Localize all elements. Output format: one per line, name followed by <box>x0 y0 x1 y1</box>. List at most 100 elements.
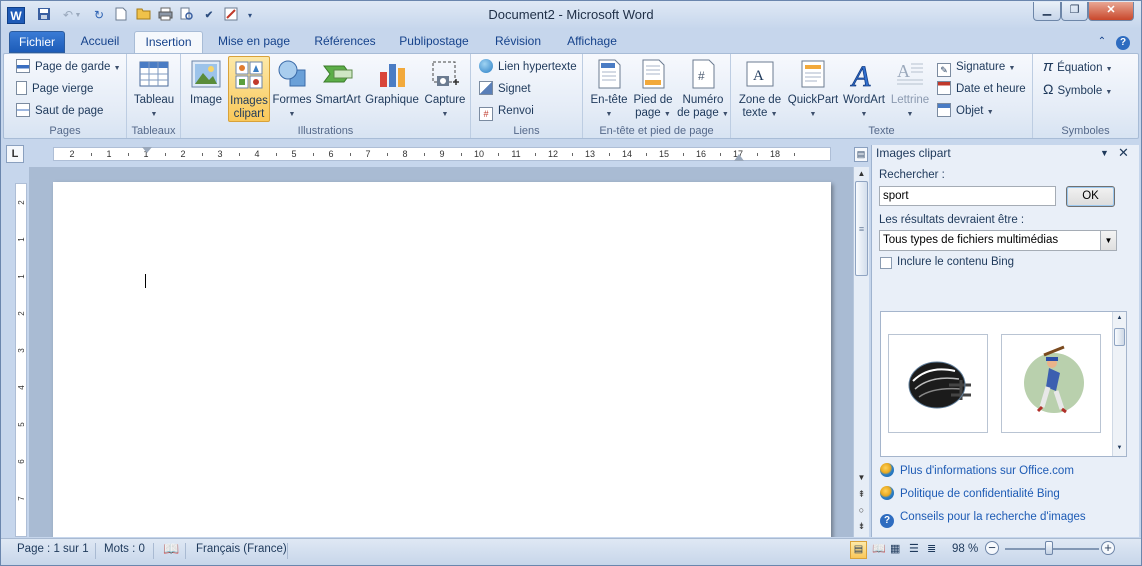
right-indent-marker[interactable] <box>734 154 744 161</box>
spelling-icon[interactable]: ✔ <box>200 7 218 24</box>
next-page-button[interactable]: ⇟ <box>854 519 869 533</box>
indent-marker[interactable] <box>142 147 152 153</box>
header-button[interactable]: En-tête ▼ <box>587 56 631 121</box>
ruler-number: 12 <box>547 149 558 159</box>
ruler-tick <box>534 153 536 156</box>
ruler-toggle-icon[interactable]: ▤ <box>854 147 868 162</box>
clipart-results[interactable]: ▲ ▼ <box>880 311 1127 457</box>
table-button[interactable]: Tableau ▼ <box>131 56 177 121</box>
cross-reference-button[interactable]: # Renvoi <box>479 101 534 121</box>
hyperlink-button[interactable]: Lien hypertexte <box>479 57 577 77</box>
previous-page-button[interactable]: ⇞ <box>854 487 869 501</box>
outline-view-icon[interactable]: ☰ <box>909 539 919 563</box>
text-box-button[interactable]: A Zone de texte ▼ <box>735 56 785 121</box>
chevron-down-icon[interactable]: ▼ <box>1100 231 1116 250</box>
drop-cap-button[interactable]: A Lettrine ▼ <box>887 56 933 121</box>
word-logo-icon[interactable]: W <box>7 7 25 24</box>
horizontal-ruler[interactable]: 2 1 1 2 3 4 5 6 7 8 9 10 11 12 13 14 15 16 17 18 <box>53 147 831 161</box>
open-icon[interactable] <box>134 7 152 24</box>
signature-button[interactable]: ✎ Signature ▼ <box>937 57 1015 77</box>
proofing-icon[interactable]: 📖 <box>163 539 179 563</box>
ok-button[interactable]: OK <box>1066 186 1115 207</box>
search-input[interactable] <box>879 186 1056 206</box>
object-button[interactable]: Objet ▼ <box>937 101 994 121</box>
clipart-football-helmet[interactable] <box>888 334 988 433</box>
page-number-button[interactable]: # Numéro de page ▼ <box>677 56 729 121</box>
results-scroll-down[interactable]: ▼ <box>1113 442 1126 454</box>
ruler-number: 14 <box>621 149 632 159</box>
print-preview-icon[interactable] <box>178 7 196 24</box>
zoom-level[interactable]: 98 % <box>952 539 978 563</box>
clipart-baseball-player[interactable] <box>1001 334 1101 433</box>
print-icon[interactable] <box>156 7 174 24</box>
undo-dropdown-icon[interactable]: ▼ <box>73 7 83 24</box>
document-page[interactable] <box>53 182 831 537</box>
tab-insert[interactable]: Insertion <box>134 31 203 55</box>
results-scroll-thumb[interactable] <box>1114 328 1125 346</box>
results-scrollbar[interactable]: ▲ ▼ <box>1112 312 1126 456</box>
browse-object-button[interactable]: ○ <box>854 503 869 517</box>
page-break-button[interactable]: Saut de page <box>16 101 103 121</box>
full-screen-view-icon[interactable]: 📖 <box>872 539 886 563</box>
cover-page-button[interactable]: Page de garde ▼ <box>16 57 121 77</box>
date-time-button[interactable]: Date et heure <box>937 79 1026 99</box>
tab-mailings[interactable]: Publipostage <box>391 31 477 53</box>
blank-page-button[interactable]: Page vierge <box>16 79 93 99</box>
footer-button[interactable]: Pied de page ▼ <box>631 56 675 121</box>
zoom-in-button[interactable]: + <box>1101 541 1115 555</box>
close-button[interactable]: ✕ <box>1088 2 1134 21</box>
vertical-ruler-number: 7 <box>17 496 26 501</box>
collapse-ribbon-icon[interactable]: ⌃ <box>1094 31 1110 53</box>
save-icon[interactable] <box>35 7 53 24</box>
minimize-button[interactable]: ▁ <box>1033 2 1061 21</box>
tab-file[interactable]: Fichier <box>9 31 65 53</box>
vertical-scrollbar[interactable]: ▲ ≡ ▼ ⇞ ○ ⇟ <box>853 167 869 537</box>
link-office-com[interactable]: Plus d'informations sur Office.com <box>880 463 1074 479</box>
link-search-tips[interactable]: ? Conseils pour la recherche d'images <box>880 509 1086 528</box>
redo-icon[interactable]: ↻ <box>90 7 108 24</box>
pane-close-icon[interactable]: ✕ <box>1118 145 1129 161</box>
web-layout-view-icon[interactable]: ▦ <box>890 539 900 563</box>
tab-view[interactable]: Affichage <box>559 31 625 53</box>
status-language[interactable]: Français (France) <box>196 539 287 563</box>
wordart-button[interactable]: A WordArt ▼ <box>841 56 887 121</box>
tab-selector[interactable]: L <box>6 145 24 163</box>
tab-review[interactable]: Révision <box>487 31 549 53</box>
tab-home[interactable]: Accueil <box>73 31 127 53</box>
zoom-out-button[interactable]: − <box>985 541 999 555</box>
quickpart-button[interactable]: QuickPart ▼ <box>787 56 839 121</box>
clipart-button[interactable]: Images clipart <box>228 56 270 122</box>
link-bing-privacy[interactable]: Politique de confidentialité Bing <box>880 486 1060 502</box>
zoom-slider-thumb[interactable] <box>1045 541 1053 555</box>
customize-qat-icon[interactable]: ▾ <box>245 7 255 24</box>
group-label-symbols: Symboles <box>1061 125 1110 137</box>
bing-checkbox[interactable] <box>880 257 892 269</box>
tab-page-layout[interactable]: Mise en page <box>211 31 297 53</box>
draw-table-icon[interactable] <box>222 7 240 24</box>
pane-options-icon[interactable]: ▼ <box>1100 148 1109 158</box>
scroll-down-button[interactable]: ▼ <box>854 471 869 485</box>
footer-icon <box>637 58 669 90</box>
media-type-select[interactable]: Tous types de fichiers multimédias ▼ <box>879 230 1117 251</box>
tab-references[interactable]: Références <box>307 31 383 53</box>
new-document-icon[interactable] <box>112 7 130 24</box>
picture-button[interactable]: Image <box>186 56 226 107</box>
vertical-ruler[interactable]: 2 1 1 2 3 4 5 6 7 <box>15 183 27 537</box>
scroll-up-button[interactable]: ▲ <box>854 167 869 181</box>
status-words[interactable]: Mots : 0 <box>104 539 145 563</box>
bookmark-button[interactable]: Signet <box>479 79 531 99</box>
print-layout-view-icon[interactable]: ▤ <box>850 541 867 559</box>
symbol-button[interactable]: Ω Symbole ▼ <box>1043 79 1112 99</box>
equation-button[interactable]: π Équation ▼ <box>1043 57 1113 77</box>
maximize-button[interactable]: ❐ <box>1061 2 1088 21</box>
help-icon[interactable]: ? <box>1115 31 1131 53</box>
scroll-thumb[interactable]: ≡ <box>855 181 868 276</box>
screenshot-button[interactable]: Capture ▼ <box>422 56 468 121</box>
chart-button[interactable]: Graphique <box>364 56 420 107</box>
shapes-button[interactable]: Formes ▼ <box>272 56 312 121</box>
globe-icon <box>880 486 894 500</box>
status-page[interactable]: Page : 1 sur 1 <box>17 539 89 563</box>
results-scroll-up[interactable]: ▲ <box>1113 312 1126 324</box>
smartart-button[interactable]: SmartArt <box>314 56 362 107</box>
draft-view-icon[interactable]: ≣ <box>927 539 936 563</box>
